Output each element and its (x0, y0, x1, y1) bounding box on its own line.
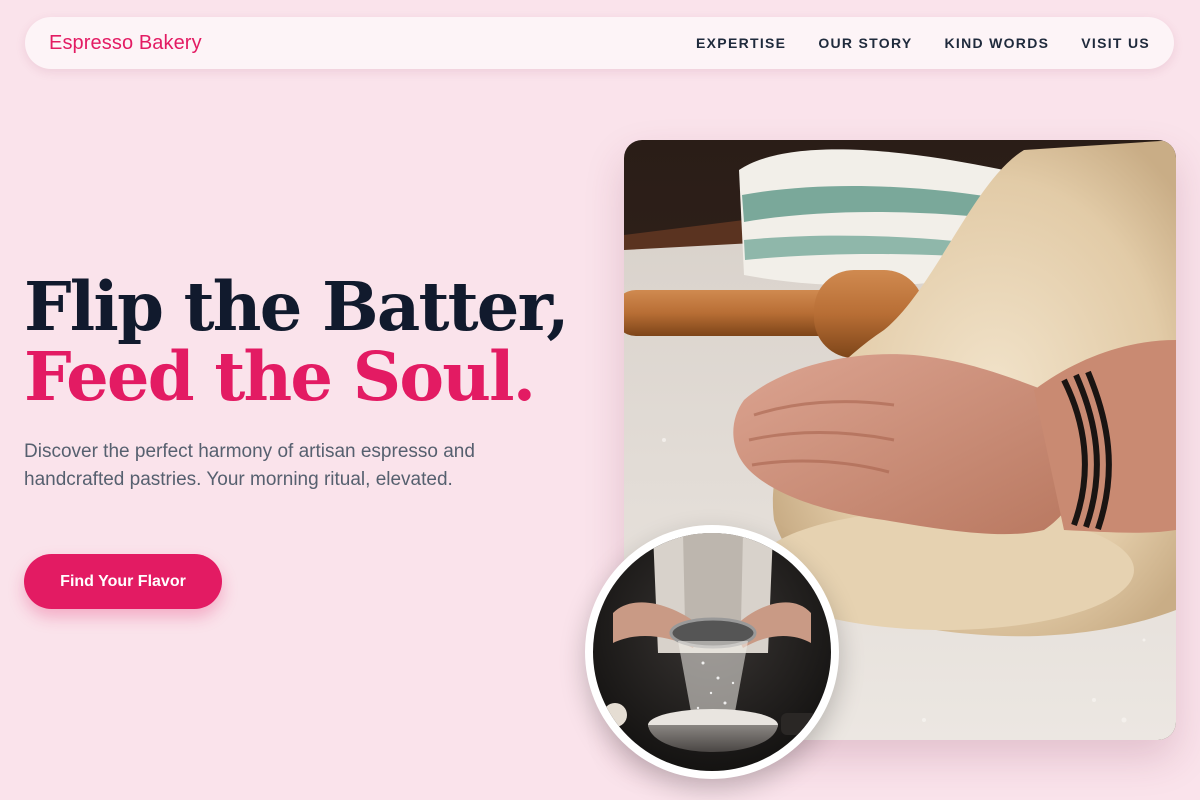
nav-link-visit-us[interactable]: VISIT US (1081, 35, 1150, 51)
nav-link-expertise[interactable]: EXPERTISE (696, 35, 786, 51)
hero-title-line1: Flip the Batter, (24, 267, 570, 346)
hero-title-line2: Feed the Soul. (24, 337, 536, 416)
sifting-flour-image (585, 525, 839, 779)
nav-link-kind-words[interactable]: KIND WORDS (944, 35, 1049, 51)
nav-links: EXPERTISE OUR STORY KIND WORDS VISIT US (696, 35, 1150, 51)
brand-logo-link[interactable]: Espresso Bakery (49, 32, 202, 55)
hero-title: Flip the Batter, Feed the Soul. (24, 267, 570, 416)
nav-link-our-story[interactable]: OUR STORY (818, 35, 912, 51)
navbar: Espresso Bakery EXPERTISE OUR STORY KIND… (25, 17, 1174, 69)
landing-page: Espresso Bakery EXPERTISE OUR STORY KIND… (0, 0, 1200, 800)
hero-description: Discover the perfect harmony of artisan … (24, 441, 475, 490)
find-your-flavor-button[interactable]: Find Your Flavor (24, 554, 222, 609)
